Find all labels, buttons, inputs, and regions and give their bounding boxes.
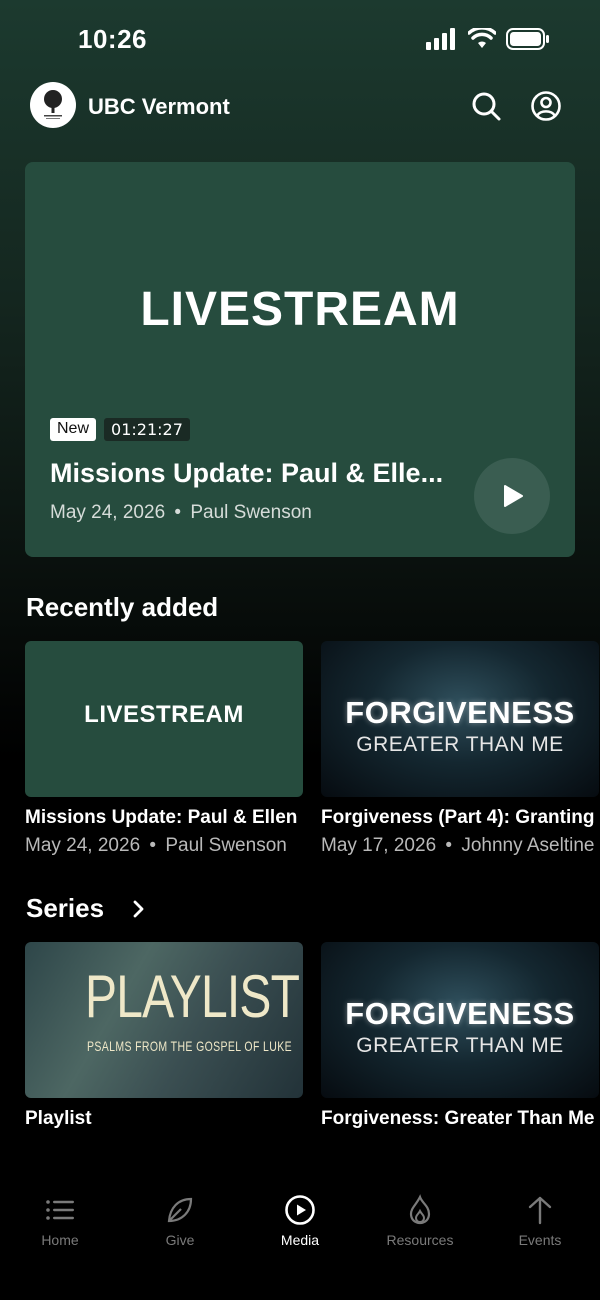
arrow-up-icon	[528, 1196, 552, 1225]
cellular-signal-icon	[426, 28, 455, 50]
media-title: Missions Update: Paul & Ellen	[25, 807, 298, 828]
media-meta: May 17, 2026 • Johnny Aseltine	[321, 835, 600, 857]
media-date: May 17, 2026	[321, 835, 437, 856]
leaf-icon	[167, 1197, 193, 1223]
hero-meta: May 24, 2026 • Paul Swenson	[50, 502, 312, 524]
tree-logo-icon	[44, 90, 62, 119]
tab-label: Give	[165, 1232, 195, 1248]
chevron-right-icon[interactable]	[128, 896, 150, 922]
thumbnail-title: FORGIVENESS	[345, 695, 575, 730]
series-thumbnail: PLAYLIST PSALMS FROM THE GOSPEL OF LUKE	[25, 942, 303, 1098]
tab-label: Media	[280, 1232, 320, 1248]
list-icon	[46, 1200, 74, 1220]
hero-image-text: LIVESTREAM	[140, 283, 460, 336]
media-thumbnail: LIVESTREAM	[25, 641, 303, 797]
wifi-icon	[468, 28, 496, 48]
tab-give[interactable]: Give	[120, 1194, 240, 1248]
series-title: Forgiveness: Greater Than Me	[321, 1108, 595, 1129]
media-meta: May 24, 2026 • Paul Swenson	[25, 835, 303, 857]
status-bar: 10:26	[0, 0, 600, 80]
featured-livestream-card[interactable]: LIVESTREAM New 01:21:27 Missions Update:…	[25, 162, 575, 557]
flame-icon	[409, 1194, 431, 1225]
user-circle-icon	[531, 91, 561, 121]
meta-separator: •	[174, 502, 182, 523]
bottom-tab-bar: Home Give Media Resources Events	[0, 1180, 600, 1300]
duration-badge: 01:21:27	[104, 418, 190, 441]
meta-separator: •	[445, 835, 453, 856]
hero-badges: New 01:21:27	[50, 418, 190, 441]
tab-label: Events	[518, 1232, 562, 1248]
status-icons	[426, 28, 550, 50]
battery-icon	[506, 28, 549, 50]
media-speaker: Johnny Aseltine	[461, 835, 595, 856]
play-icon	[504, 485, 523, 507]
media-date: May 24, 2026	[25, 835, 141, 856]
tab-home[interactable]: Home	[0, 1194, 120, 1248]
thumbnail-subtitle: GREATER THAN ME	[356, 733, 564, 756]
thumbnail-title: PLAYLIST	[85, 963, 300, 1030]
recently-added-heading: Recently added	[26, 592, 219, 622]
meta-separator: •	[149, 835, 157, 856]
play-circle-icon	[285, 1195, 315, 1225]
media-card[interactable]: LIVESTREAM Missions Update: Paul & Ellen…	[25, 641, 303, 857]
church-logo[interactable]	[30, 82, 76, 128]
series-title: Playlist	[25, 1108, 92, 1129]
thumbnail-title: FORGIVENESS	[345, 996, 575, 1031]
search-icon	[472, 92, 501, 121]
thumbnail-subtitle: PSALMS FROM THE GOSPEL OF LUKE	[87, 1038, 292, 1054]
new-badge: New	[50, 418, 97, 441]
tab-label: Resources	[386, 1232, 454, 1248]
media-speaker: Paul Swenson	[165, 835, 287, 856]
search-button[interactable]	[470, 90, 502, 122]
hero-speaker: Paul Swenson	[190, 502, 312, 523]
media-card[interactable]: FORGIVENESS GREATER THAN ME Forgiveness …	[321, 641, 600, 857]
thumbnail-text: LIVESTREAM	[84, 701, 244, 728]
hero-title: Missions Update: Paul & Elle...	[50, 458, 444, 488]
thumbnail-subtitle: GREATER THAN ME	[356, 1034, 564, 1057]
app-header: UBC Vermont	[0, 82, 600, 130]
tab-media[interactable]: Media	[240, 1194, 360, 1248]
app-title: UBC Vermont	[88, 94, 230, 119]
hero-date: May 24, 2026	[50, 502, 166, 523]
status-time: 10:26	[78, 24, 147, 54]
media-title: Forgiveness (Part 4): Granting	[321, 807, 595, 828]
series-card[interactable]: PLAYLIST PSALMS FROM THE GOSPEL OF LUKE …	[25, 942, 303, 1130]
series-card[interactable]: FORGIVENESS GREATER THAN ME Forgiveness:…	[321, 942, 600, 1130]
tab-events[interactable]: Events	[480, 1194, 600, 1248]
tab-resources[interactable]: Resources	[360, 1194, 480, 1248]
series-thumbnail: FORGIVENESS GREATER THAN ME	[321, 942, 599, 1098]
media-thumbnail: FORGIVENESS GREATER THAN ME	[321, 641, 599, 797]
play-button[interactable]	[474, 458, 550, 534]
profile-button[interactable]	[530, 90, 562, 122]
tab-label: Home	[41, 1232, 79, 1248]
series-heading[interactable]: Series	[26, 893, 104, 924]
